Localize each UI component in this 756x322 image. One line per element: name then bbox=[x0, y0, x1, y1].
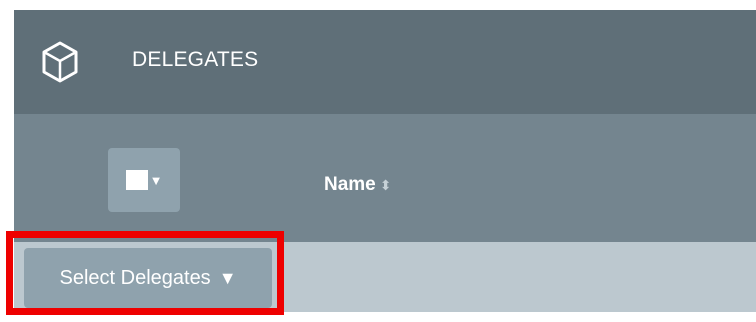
panel-header: DELEGATES bbox=[14, 10, 756, 114]
column-header-name[interactable]: Name ⬍ bbox=[324, 174, 391, 196]
cube-icon bbox=[42, 41, 78, 83]
column-name-label: Name bbox=[324, 174, 376, 195]
sort-icon: ⬍ bbox=[379, 177, 392, 193]
select-all-dropdown-button[interactable]: ▼ bbox=[108, 148, 180, 212]
panel-title: DELEGATES bbox=[132, 48, 259, 71]
checkbox-icon bbox=[125, 170, 148, 190]
table-header: ▼ Name ⬍ bbox=[14, 114, 756, 242]
select-delegates-label: Select Delegates bbox=[59, 266, 211, 289]
select-delegates-button[interactable]: Select Delegates ▼ bbox=[24, 248, 272, 308]
dropdown-arrow-icon: ▼ bbox=[218, 267, 237, 288]
caret-down-icon: ▼ bbox=[149, 172, 163, 188]
